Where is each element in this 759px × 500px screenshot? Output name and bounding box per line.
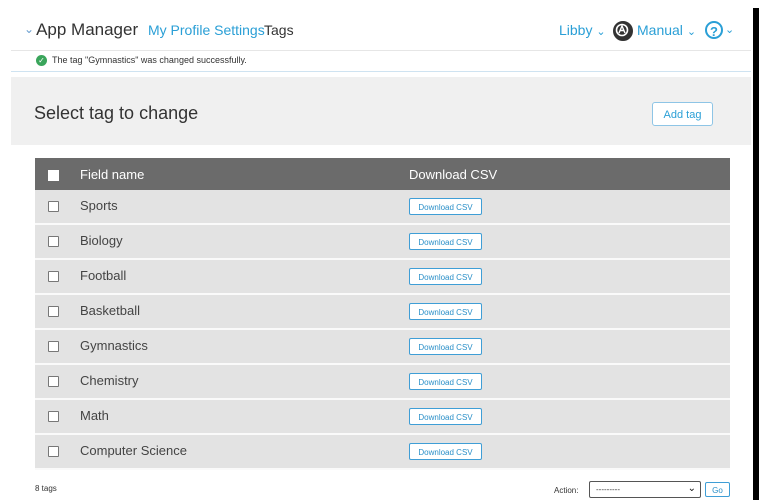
table-row: Football Download CSV — [35, 260, 730, 295]
user-menu[interactable]: Libby ⌄ — [559, 22, 606, 38]
user-menu-label: Libby — [559, 22, 593, 38]
chevron-down-icon: ⌄ — [24, 22, 35, 36]
tags-table: Field name Download CSV Sports Download … — [35, 158, 730, 470]
breadcrumb-current: Tags — [264, 22, 294, 38]
app-title-text: App Manager — [36, 20, 139, 39]
tag-name[interactable]: Math — [80, 408, 109, 423]
download-csv-button[interactable]: Download CSV — [409, 338, 482, 355]
download-csv-button[interactable]: Download CSV — [409, 268, 482, 285]
table-row: Chemistry Download CSV — [35, 365, 730, 400]
tag-name[interactable]: Gymnastics — [80, 338, 148, 353]
tag-name[interactable]: Chemistry — [80, 373, 139, 388]
chevron-down-icon: ⌄ — [686, 26, 697, 38]
chevron-down-icon: ⌄ — [687, 483, 696, 494]
success-message-bar: ✓ The tag "Gymnastics" was changed succe… — [11, 50, 751, 72]
page-title: Select tag to change — [34, 103, 199, 123]
manual-menu-label: Manual — [637, 22, 683, 38]
download-csv-button[interactable]: Download CSV — [409, 303, 482, 320]
action-label: Action: — [554, 486, 579, 495]
result-count: 8 tags — [35, 484, 57, 493]
row-checkbox[interactable] — [48, 201, 59, 212]
download-csv-button[interactable]: Download CSV — [409, 408, 482, 425]
my-profile-settings-link[interactable]: My Profile Settings — [148, 22, 265, 38]
column-header-download-csv[interactable]: Download CSV — [409, 167, 497, 182]
select-all-checkbox[interactable] — [48, 170, 59, 181]
table-header-row: Field name Download CSV — [35, 158, 730, 190]
row-checkbox[interactable] — [48, 446, 59, 457]
top-navbar: ⌄ App Manager My Profile Settings Tags Li… — [11, 10, 751, 48]
success-message-text: The tag "Gymnastics" was changed success… — [52, 55, 247, 65]
row-checkbox[interactable] — [48, 411, 59, 422]
download-csv-button[interactable]: Download CSV — [409, 373, 482, 390]
tag-name[interactable]: Computer Science — [80, 443, 187, 458]
table-row: Math Download CSV — [35, 400, 730, 435]
table-row: Basketball Download CSV — [35, 295, 730, 330]
go-button[interactable]: Go — [705, 482, 730, 497]
table-row: Sports Download CSV — [35, 190, 730, 225]
check-circle-icon: ✓ — [36, 55, 47, 66]
action-select-value: --------- — [596, 485, 620, 494]
row-checkbox[interactable] — [48, 306, 59, 317]
tag-name[interactable]: Sports — [80, 198, 118, 213]
row-checkbox[interactable] — [48, 376, 59, 387]
column-header-field-name[interactable]: Field name — [80, 167, 144, 182]
manual-logo-icon[interactable] — [613, 21, 633, 41]
manual-menu[interactable]: Manual ⌄ — [637, 22, 696, 38]
table-row: Gymnastics Download CSV — [35, 330, 730, 365]
table-row: Biology Download CSV — [35, 225, 730, 260]
app-title[interactable]: ⌄ App Manager — [24, 20, 138, 40]
row-checkbox[interactable] — [48, 236, 59, 247]
row-checkbox[interactable] — [48, 341, 59, 352]
tag-name[interactable]: Football — [80, 268, 126, 283]
tag-name[interactable]: Biology — [80, 233, 123, 248]
add-tag-button[interactable]: Add tag — [652, 102, 713, 126]
download-csv-button[interactable]: Download CSV — [409, 233, 482, 250]
window-scrollbar-track[interactable] — [753, 8, 759, 500]
chevron-down-icon: ⌄ — [596, 26, 606, 38]
row-checkbox[interactable] — [48, 271, 59, 282]
table-row: Computer Science Download CSV — [35, 435, 730, 470]
chevron-down-icon[interactable]: ⌄ — [725, 23, 734, 36]
action-select[interactable]: --------- ⌄ — [589, 481, 701, 498]
tag-name[interactable]: Basketball — [80, 303, 140, 318]
download-csv-button[interactable]: Download CSV — [409, 198, 482, 215]
help-icon[interactable]: ? — [705, 21, 723, 39]
download-csv-button[interactable]: Download CSV — [409, 443, 482, 460]
window-left-margin — [0, 0, 10, 500]
